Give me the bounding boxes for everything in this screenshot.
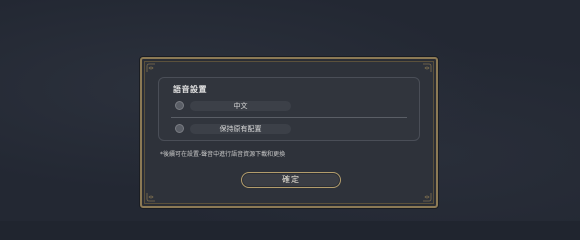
hint-note: *後續可在設置-聲音中進行語音資源下載和更換 bbox=[160, 151, 286, 158]
option-keep-original[interactable]: 保持原有配置 bbox=[175, 123, 291, 134]
voice-settings-dialog: 語音設置 中文 保持原有配置 *後續可在設置-聲音中進行語音資源下載和更換 確定 bbox=[140, 57, 438, 208]
divider bbox=[171, 117, 407, 118]
radio-circle-icon[interactable] bbox=[175, 124, 184, 133]
section-title: 語音設置 bbox=[173, 85, 207, 94]
game-screen: 語音設置 中文 保持原有配置 *後續可在設置-聲音中進行語音資源下載和更換 確定 bbox=[0, 0, 580, 221]
radio-circle-icon[interactable] bbox=[175, 101, 184, 110]
ornament-corner-icon bbox=[146, 63, 156, 73]
confirm-button[interactable]: 確定 bbox=[241, 172, 341, 188]
ornament-corner-icon bbox=[146, 192, 156, 202]
option-chinese[interactable]: 中文 bbox=[175, 100, 291, 111]
option-label: 保持原有配置 bbox=[190, 123, 291, 134]
ornament-corner-icon bbox=[422, 63, 432, 73]
ornament-corner-icon bbox=[422, 192, 432, 202]
language-options-box: 語音設置 中文 保持原有配置 bbox=[158, 77, 420, 141]
option-label: 中文 bbox=[190, 100, 291, 111]
